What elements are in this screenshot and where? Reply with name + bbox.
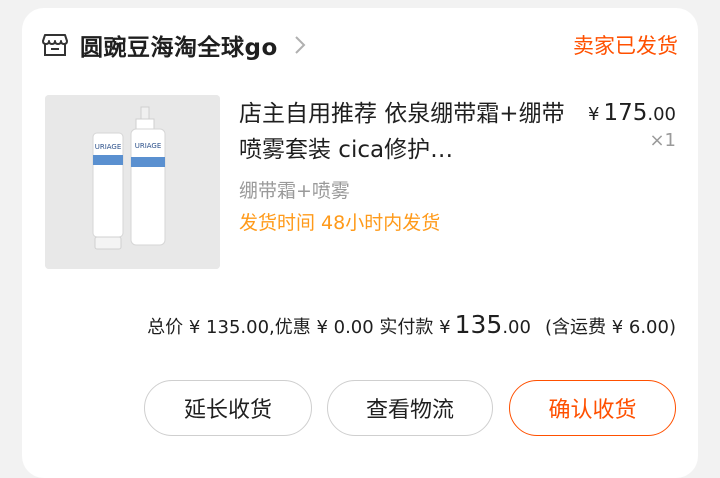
shipping-fee: (含运费 ¥ 6.00) — [544, 317, 676, 338]
price-int: 175 — [603, 100, 648, 126]
product-quantity: ×1 — [649, 130, 676, 151]
paid-amount-int: 135 — [454, 310, 503, 339]
confirm-receipt-button[interactable]: 确认收货 — [509, 380, 676, 436]
totals-prefix: 总价 ¥ 135.00,优惠 ¥ 0.00 实付款 ¥ — [147, 317, 451, 338]
paid-amount-dec: .00 — [502, 317, 531, 338]
store-icon — [42, 34, 68, 56]
tube-brand: URIAGE — [95, 143, 122, 151]
price-dec: .00 — [647, 104, 676, 125]
product-price: ¥175.00 — [588, 100, 676, 126]
extend-receipt-button[interactable]: 延长收货 — [144, 380, 312, 436]
order-status: 卖家已发货 — [573, 34, 678, 58]
price-currency: ¥ — [588, 104, 600, 125]
view-logistics-button[interactable]: 查看物流 — [327, 380, 493, 436]
ship-time: 发货时间 48小时内发货 — [239, 212, 441, 234]
product-image-art: URIAGE URIAGE — [45, 95, 220, 269]
shop-header[interactable]: 圆豌豆海淘全球go 卖家已发货 — [42, 28, 678, 62]
product-title[interactable]: 店主自用推荐 依泉绷带霜+绷带喷雾套装 cica修护… — [239, 96, 569, 168]
order-card: 圆豌豆海淘全球go 卖家已发货 URIAGE URIAGE 店主自用推荐 依泉绷… — [22, 8, 698, 478]
bottle-brand: URIAGE — [135, 142, 162, 150]
order-totals: 总价 ¥ 135.00,优惠 ¥ 0.00 实付款 ¥ 135.00 (含运费 … — [147, 310, 676, 339]
chevron-right-icon — [295, 36, 306, 54]
shop-name[interactable]: 圆豌豆海淘全球go — [80, 28, 278, 62]
product-variant: 绷带霜+喷雾 — [239, 180, 350, 202]
product-image[interactable]: URIAGE URIAGE — [45, 95, 220, 269]
